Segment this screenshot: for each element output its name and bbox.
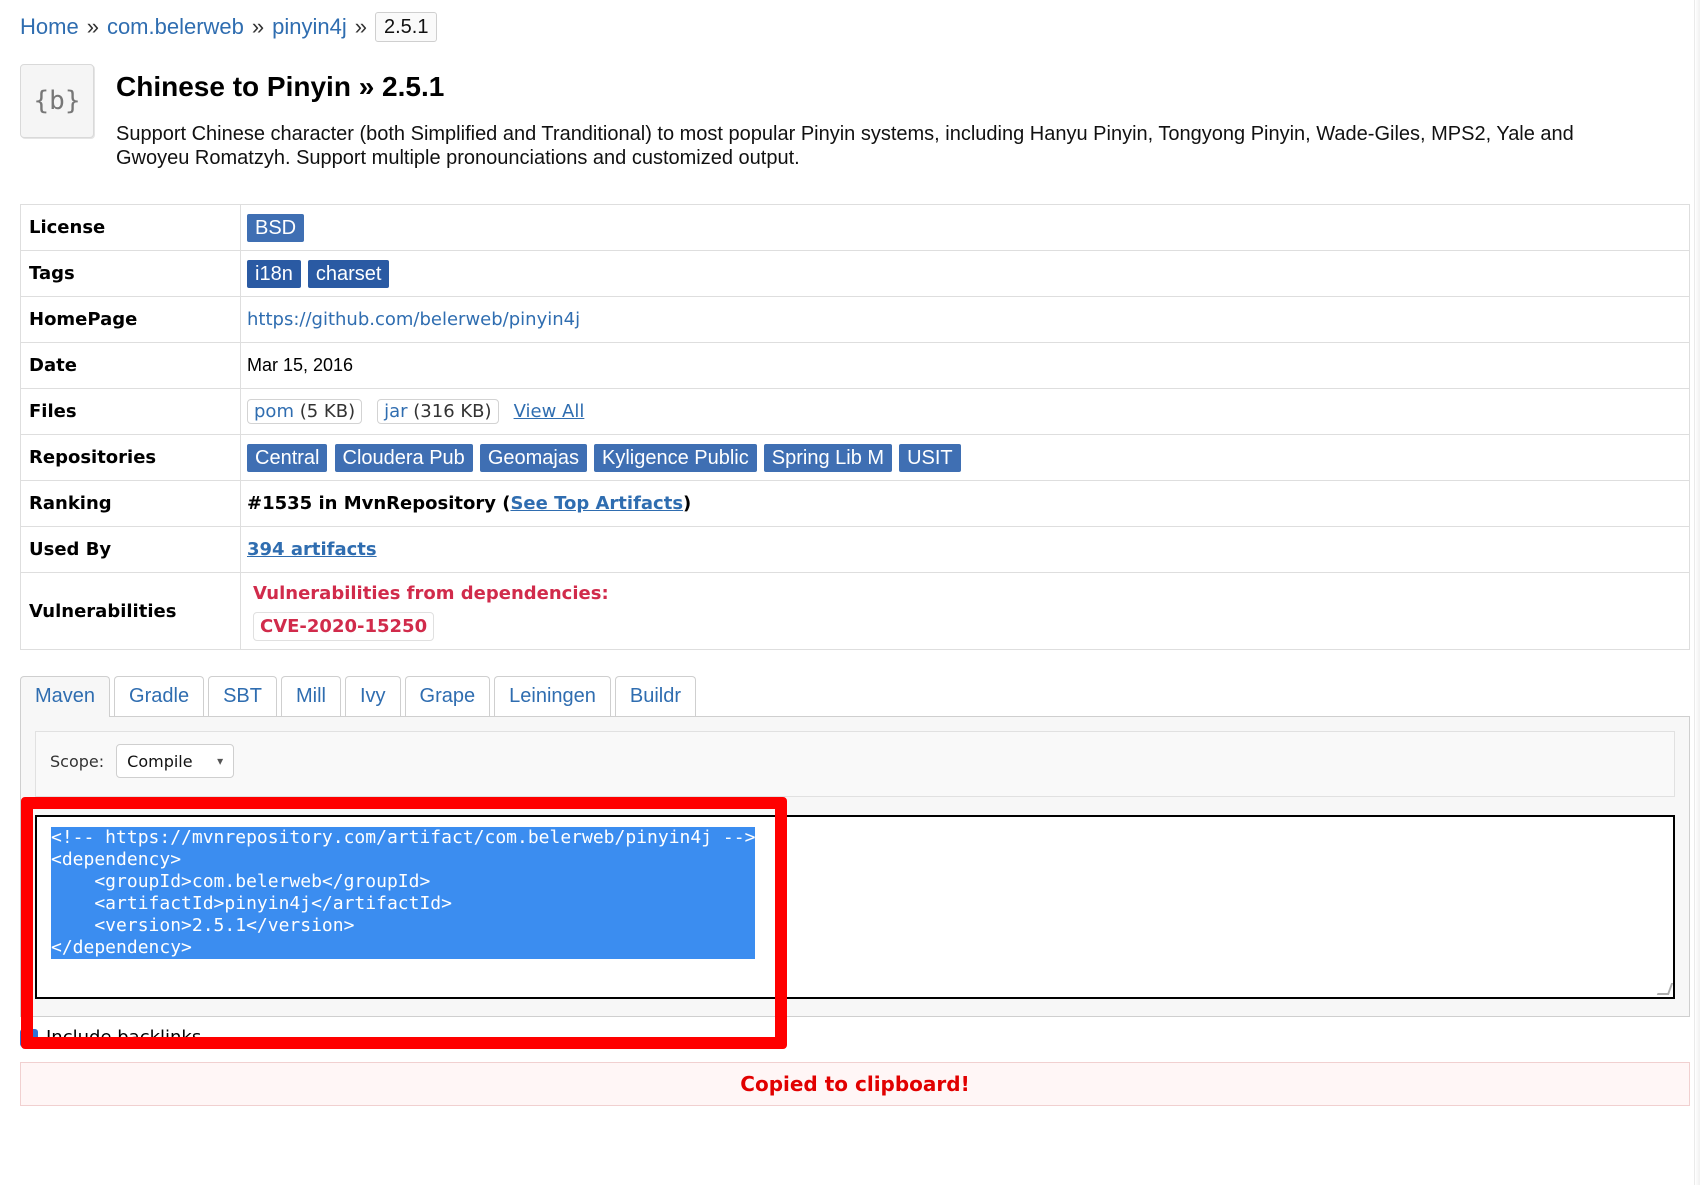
tag-badge[interactable]: i18n <box>247 259 301 288</box>
include-backlinks-checkbox[interactable]: ✓ <box>20 1028 38 1047</box>
info-row-vulnerabilities: Vulnerabilities Vulnerabilities from dep… <box>20 572 1690 650</box>
info-row-repositories: Repositories Central Cloudera Pub Geomaj… <box>20 434 1690 481</box>
info-label-homepage: HomePage <box>20 296 241 343</box>
include-backlinks-row[interactable]: ✓ Include backlinks <box>20 1027 1690 1048</box>
info-value-ranking: #1535 in MvnRepository (See Top Artifact… <box>240 480 1690 527</box>
info-row-license: License BSD <box>20 204 1690 251</box>
scope-select[interactable]: Compile ▾ <box>116 744 235 778</box>
info-label-vulnerabilities: Vulnerabilities <box>20 572 241 650</box>
info-row-homepage: HomePage https://github.com/belerweb/pin… <box>20 296 1690 343</box>
info-label-date: Date <box>20 342 241 389</box>
page-header: {b} Chinese to Pinyin » 2.5.1 Support Ch… <box>20 64 1680 170</box>
info-value-repositories: Central Cloudera Pub Geomajas Kyligence … <box>240 434 1690 481</box>
file-jar-size: (316 KB) <box>413 401 492 422</box>
maven-tab-panel: Scope: Compile ▾ <!-- https://mvnreposit… <box>20 717 1690 1049</box>
repository-badge[interactable]: Cloudera Pub <box>334 443 473 472</box>
see-top-artifacts-link[interactable]: See Top Artifacts <box>510 493 683 514</box>
info-row-files: Files pom (5 KB) jar (316 KB) View All <box>20 388 1690 435</box>
file-jar-link[interactable]: jar <box>384 401 407 422</box>
tab-sbt[interactable]: SBT <box>208 676 277 716</box>
license-badge[interactable]: BSD <box>247 213 305 242</box>
info-value-files: pom (5 KB) jar (316 KB) View All <box>240 388 1690 435</box>
page-scrollbar-edge[interactable] <box>1694 0 1700 1185</box>
scope-select-value: Compile <box>127 751 193 771</box>
breadcrumb-separator: » <box>86 14 99 39</box>
chevron-down-icon: ▾ <box>217 754 224 768</box>
tab-grape[interactable]: Grape <box>404 676 491 716</box>
vulnerabilities-warning: Vulnerabilities from dependencies: <box>253 583 609 604</box>
dependency-snippet-text: <!-- https://mvnrepository.com/artifact/… <box>51 827 756 959</box>
breadcrumb-group-link[interactable]: com.belerweb <box>107 12 244 42</box>
info-row-tags: Tags i18n charset <box>20 250 1690 297</box>
page: Home » com.belerweb » pinyin4j » 2.5.1 {… <box>0 0 1700 1185</box>
info-value-used-by: 394 artifacts <box>240 526 1690 573</box>
include-backlinks-label: Include backlinks <box>46 1027 202 1048</box>
breadcrumb-separator: » <box>354 14 367 39</box>
tab-buildr[interactable]: Buildr <box>614 676 697 716</box>
info-value-tags: i18n charset <box>240 250 1690 297</box>
info-label-ranking: Ranking <box>20 480 241 527</box>
breadcrumb-home-link[interactable]: Home <box>20 12 79 42</box>
artifact-info-table: License BSD Tags i18n charset HomePage h… <box>20 204 1690 650</box>
tab-mill[interactable]: Mill <box>280 676 341 716</box>
tab-maven[interactable]: Maven <box>20 676 111 717</box>
info-label-files: Files <box>20 388 241 435</box>
repository-badge[interactable]: USIT <box>899 443 961 472</box>
info-value-license: BSD <box>240 204 1690 251</box>
info-value-date: Mar 15, 2016 <box>240 342 1690 389</box>
repository-badge[interactable]: Central <box>247 443 328 472</box>
info-row-ranking: Ranking #1535 in MvnRepository (See Top … <box>20 480 1690 527</box>
cve-badge[interactable]: CVE-2020-15250 <box>253 612 435 641</box>
file-pom-link[interactable]: pom <box>254 401 294 422</box>
scope-inner: Scope: Compile ▾ <box>50 744 1660 778</box>
info-label-tags: Tags <box>20 250 241 297</box>
ranking-close: ) <box>683 493 692 514</box>
textarea-resize-handle-icon[interactable] <box>1656 983 1673 995</box>
copied-to-clipboard-message: Copied to clipboard! <box>20 1062 1690 1106</box>
breadcrumb-artifact-link[interactable]: pinyin4j <box>272 12 347 42</box>
info-value-homepage: https://github.com/belerweb/pinyin4j <box>240 296 1690 343</box>
dependency-snippet-textarea[interactable]: <!-- https://mvnrepository.com/artifact/… <box>35 815 1675 999</box>
file-pill-pom[interactable]: pom (5 KB) <box>247 399 363 424</box>
repository-badge[interactable]: Spring Lib M <box>763 443 893 472</box>
info-row-used-by: Used By 394 artifacts <box>20 526 1690 573</box>
tab-strip: Maven Gradle SBT Mill Ivy Grape Leininge… <box>20 676 1690 717</box>
file-pom-size: (5 KB) <box>299 401 356 422</box>
tab-gradle[interactable]: Gradle <box>114 676 205 716</box>
artifact-description: Support Chinese character (both Simplifi… <box>116 123 1574 169</box>
scope-label: Scope: <box>50 751 105 771</box>
tab-leiningen[interactable]: Leiningen <box>494 676 611 716</box>
build-tool-tabs: Maven Gradle SBT Mill Ivy Grape Leininge… <box>20 676 1690 1049</box>
release-date: Mar 15, 2016 <box>247 355 354 375</box>
files-view-all-link[interactable]: View All <box>514 401 585 422</box>
header-text: Chinese to Pinyin » 2.5.1 Support Chines… <box>116 64 1680 170</box>
file-pill-jar[interactable]: jar (316 KB) <box>377 399 499 424</box>
info-label-license: License <box>20 204 241 251</box>
info-value-vulnerabilities: Vulnerabilities from dependencies: CVE-2… <box>240 572 1690 650</box>
ranking-text: #1535 in MvnRepository ( <box>247 493 511 514</box>
breadcrumb-version-badge: 2.5.1 <box>375 12 438 42</box>
artifact-logo-icon: {b} <box>20 64 94 138</box>
repository-badge[interactable]: Geomajas <box>479 443 587 472</box>
breadcrumb: Home » com.belerweb » pinyin4j » 2.5.1 <box>20 12 1680 42</box>
page-title: Chinese to Pinyin » 2.5.1 <box>116 71 445 102</box>
used-by-link[interactable]: 394 artifacts <box>247 539 377 560</box>
repository-badge[interactable]: Kyligence Public <box>594 443 757 472</box>
scope-row: Scope: Compile ▾ <box>35 731 1675 797</box>
breadcrumb-separator: » <box>251 14 265 39</box>
info-row-date: Date Mar 15, 2016 <box>20 342 1690 389</box>
tag-badge[interactable]: charset <box>307 259 390 288</box>
homepage-link[interactable]: https://github.com/belerweb/pinyin4j <box>247 309 580 330</box>
info-label-repositories: Repositories <box>20 434 241 481</box>
info-label-used-by: Used By <box>20 526 241 573</box>
tab-ivy[interactable]: Ivy <box>344 676 401 716</box>
